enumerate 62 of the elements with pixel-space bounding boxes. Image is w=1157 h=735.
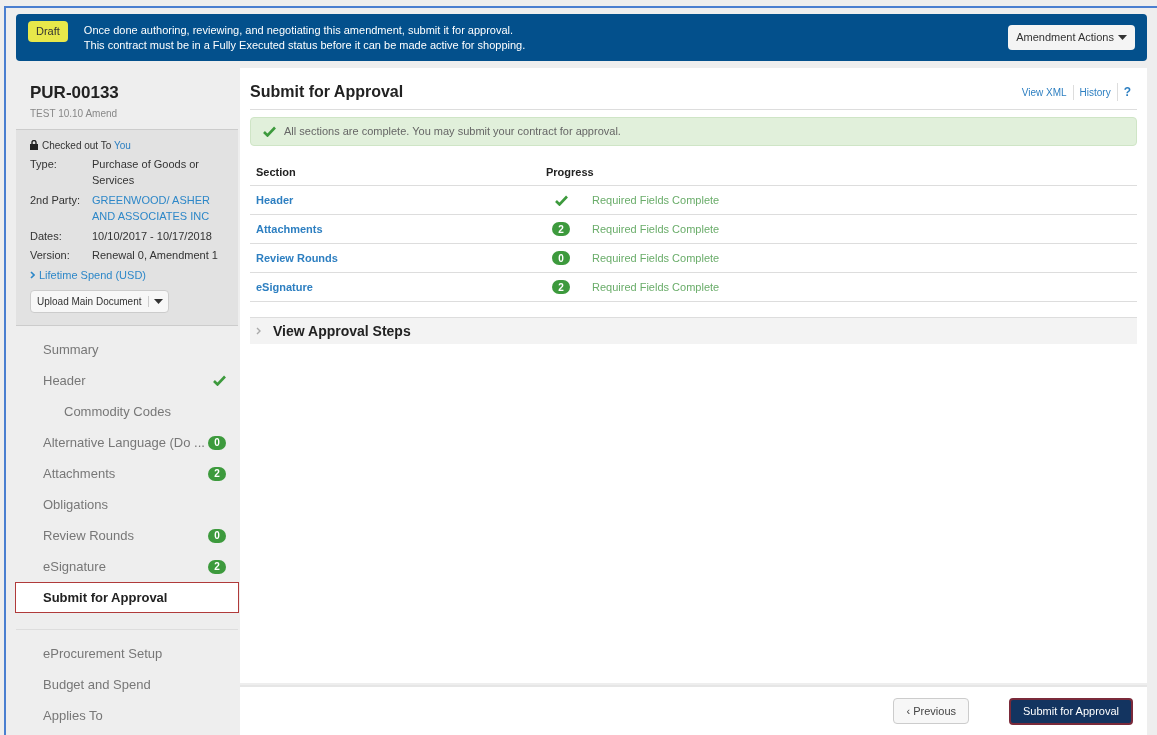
progress-status: Required Fields Complete <box>592 221 720 237</box>
count-badge: 2 <box>208 559 226 574</box>
lock-icon <box>30 140 38 150</box>
count-badge: 2 <box>552 280 570 294</box>
progress-status: Required Fields Complete <box>592 192 720 208</box>
submit-for-approval-button[interactable]: Submit for Approval <box>1009 697 1133 725</box>
sidebar-item[interactable]: Obligations <box>16 489 238 520</box>
sidebar-item[interactable]: Header <box>16 365 238 396</box>
count-badge: 2 <box>552 222 570 236</box>
page-link[interactable]: History <box>1072 84 1117 100</box>
count-badge: 2 <box>208 466 226 481</box>
caret-icon <box>1118 35 1127 40</box>
field-value: Renewal 0, Amendment 1 <box>92 248 218 263</box>
page-title: Submit for Approval <box>250 82 404 102</box>
previous-button[interactable]: ‹ Previous <box>893 698 969 724</box>
approval-steps-header[interactable]: View Approval Steps <box>250 317 1137 344</box>
count-badge: 0 <box>208 435 226 450</box>
column-header: Section <box>256 165 297 181</box>
upload-main-document-button[interactable]: Upload Main Document <box>30 290 169 313</box>
contract-subtitle: TEST 10.10 Amend <box>30 106 119 121</box>
sidebar-item[interactable]: Budget and Spend <box>16 669 238 700</box>
section-link[interactable]: eSignature <box>256 278 546 296</box>
sidebar-item[interactable]: Attachments 2 <box>16 458 238 489</box>
field-label: 2nd Party: <box>30 192 82 208</box>
sidebar-item[interactable]: Alternative Language (Do ... 0 <box>16 427 238 458</box>
field-value: 10/10/2017 - 10/17/2018 <box>92 228 212 244</box>
lifetime-spend-link[interactable]: Lifetime Spend (USD) <box>30 266 224 283</box>
column-header: Progress <box>546 165 594 181</box>
banner-text: This contract must be in a Fully Executed status before it can be made active for shopping. <box>83 37 527 53</box>
banner-text: Once done authoring, reviewing, and negotiating this amendment, submit it for approval. <box>83 22 515 38</box>
page-link[interactable]: View XML <box>1015 84 1073 100</box>
chevron-right-icon <box>30 270 35 279</box>
field-label: Version: <box>30 248 71 263</box>
progress-status: Required Fields Complete <box>592 279 720 295</box>
field-label: Type: <box>30 156 58 172</box>
caret-icon <box>153 299 163 304</box>
check-icon <box>263 126 276 137</box>
status-badge: Draft <box>28 21 68 42</box>
section-link[interactable]: Review Rounds <box>256 249 546 267</box>
section-link[interactable]: Header <box>256 191 546 209</box>
sidebar-item[interactable]: Submit for Approval <box>15 582 239 613</box>
success-text: All sections are complete. You may submit your contract for approval. <box>284 124 621 140</box>
sidebar-item[interactable]: Review Rounds 0 <box>16 520 238 551</box>
help-link[interactable]: ? <box>1116 83 1137 101</box>
field-value: Purchase of Goods or Services <box>92 156 200 188</box>
sidebar-item[interactable]: eProcurement Setup <box>16 638 238 669</box>
sidebar-item[interactable]: Applies To <box>16 700 238 731</box>
field-label: Dates: <box>30 228 63 244</box>
check-icon <box>213 375 226 386</box>
checked-out-text: Checked out To You <box>42 138 131 153</box>
sidebar-item[interactable]: Commodity Codes <box>16 396 238 427</box>
contract-id: PUR-00133 <box>30 82 120 104</box>
section-link[interactable]: Attachments <box>256 220 546 238</box>
count-badge: 0 <box>552 251 570 265</box>
sidebar-item[interactable]: eSignature 2 <box>16 551 238 582</box>
amendment-actions-button[interactable]: Amendment Actions <box>1008 25 1135 50</box>
check-icon <box>554 194 568 206</box>
progress-status: Required Fields Complete <box>592 250 720 266</box>
sidebar-item[interactable]: Summary <box>16 334 238 365</box>
count-badge: 0 <box>208 528 226 543</box>
chevron-right-icon <box>256 327 261 335</box>
party-link[interactable]: GREENWOOD/ ASHER AND ASSOCIATES INC <box>92 191 224 225</box>
